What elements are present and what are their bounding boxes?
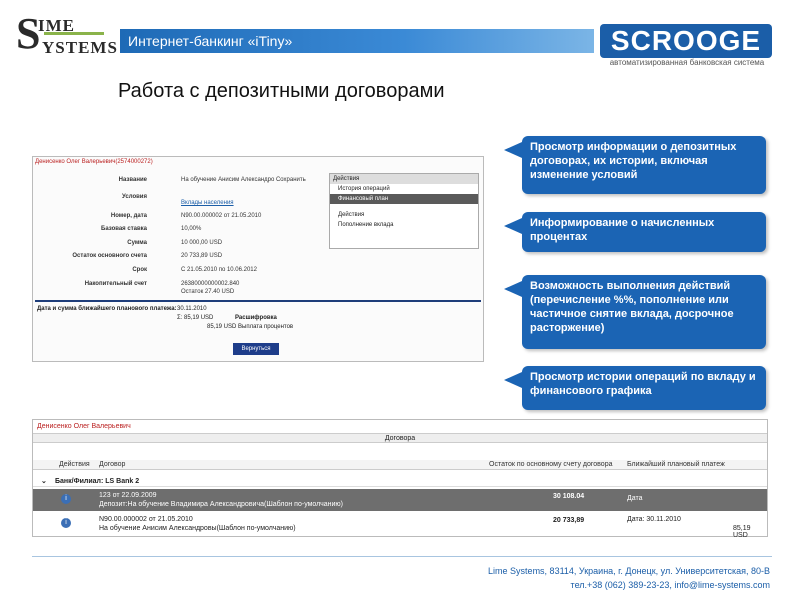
info-icon[interactable]: i xyxy=(61,494,71,504)
date-cell: Дата xyxy=(627,495,643,502)
deposit-detail-screenshot: Денисенко Олег Валерьевич(2574000272) На… xyxy=(32,156,484,362)
breakdown-line: 85,19 USD Выплата процентов xyxy=(207,324,294,330)
logo-line2: YSTEMS xyxy=(42,38,118,57)
footer-divider xyxy=(32,556,772,557)
action-financial-plan[interactable]: Финансовый план xyxy=(330,194,478,204)
info-icon[interactable]: i xyxy=(61,518,71,528)
page-title: Работа с депозитными договорами xyxy=(118,80,445,102)
back-button[interactable]: Вернуться xyxy=(233,343,279,355)
plan-amount-cell: 85,19 USD xyxy=(733,525,751,539)
group-row[interactable]: ⌄ Банк/Филиал: LS Bank 2 xyxy=(33,476,767,487)
callout-interest: Информирование о начисленных процентах xyxy=(504,212,766,252)
logo-wave xyxy=(44,32,104,35)
table-row[interactable]: i N90.00.000002 от 21.05.2010 На обучение… xyxy=(33,513,767,539)
brand-subtitle: автоматизированная банковская система xyxy=(609,58,765,67)
banner: Интернет-банкинг «iTiny» xyxy=(120,29,594,53)
logo-initial: S xyxy=(16,9,41,58)
date-cell: Дата: 30.11.2010 xyxy=(627,516,681,523)
next-payment-section: Дата и сумма ближайшего планового платеж… xyxy=(35,300,481,338)
contracts-section-header: Договора xyxy=(33,433,767,443)
group-label: Банк/Филиал: LS Bank 2 xyxy=(55,478,140,485)
table-row[interactable]: i 123 от 22.09.2009 Депозит:На обучение В… xyxy=(33,489,767,511)
col-actions: Действия xyxy=(59,461,90,468)
action-actions[interactable]: Действия xyxy=(330,210,478,220)
footer-address: Lime Systems, 83114, Украина, г. Донецк,… xyxy=(488,566,770,576)
chevron-down-icon: ⌄ xyxy=(41,478,47,485)
actions-header: Действия xyxy=(330,174,478,184)
balance-cell: 30 108.04 xyxy=(553,493,585,500)
contract-cell: N90.00.000002 от 21.05.2010 На обучение А… xyxy=(99,516,296,532)
footer: Lime Systems, 83114, Украина, г. Донецк,… xyxy=(488,564,770,592)
slide: S IME YSTEMS Интернет-банкинг «iTiny» SC… xyxy=(0,0,800,600)
action-history[interactable]: История операций xyxy=(330,184,478,194)
user-name: Денисенко Олег Валерьевич(2574000272) xyxy=(35,159,153,165)
user-name: Денисенко Олег Валерьевич xyxy=(37,423,131,430)
balance-cell: 20 733,89 xyxy=(553,517,585,524)
callout-history: Просмотр истории операций по вкладу и фи… xyxy=(504,366,766,410)
breakdown-label: Расшифровка xyxy=(235,315,277,321)
next-payment-label: Дата и сумма ближайшего планового платеж… xyxy=(37,306,177,312)
callout-deposit-info: Просмотр информации о депозитных договор… xyxy=(504,136,766,194)
contracts-list-screenshot: Денисенко Олег Валерьевич Договора Дейст… xyxy=(32,419,768,539)
col-contract: Договор xyxy=(99,461,126,468)
col-balance: Остаток по основному счету договора xyxy=(489,461,613,468)
action-top-up[interactable]: Пополнение вклада xyxy=(330,220,478,230)
footer-contacts: тел.+38 (062) 389-23-23, info@lime-syste… xyxy=(570,580,770,590)
col-next-payment: Ближайший плановый платеж xyxy=(627,461,725,468)
next-payment-date: 30.11.2010 xyxy=(177,306,207,312)
next-payment-total: Σ: 85,19 USD xyxy=(177,315,214,321)
lime-systems-logo: S IME YSTEMS xyxy=(14,9,117,60)
table-header: Действия Договор Остаток по основному сч… xyxy=(33,460,767,470)
contract-cell: 123 от 22.09.2009 Депозит:На обучение Вла… xyxy=(99,492,344,508)
callout-actions: Возможность выполнения действий (перечис… xyxy=(504,275,766,349)
actions-panel: Действия История операций Финансовый пла… xyxy=(329,173,479,249)
scrooge-logo: SCROOGE xyxy=(600,24,772,58)
